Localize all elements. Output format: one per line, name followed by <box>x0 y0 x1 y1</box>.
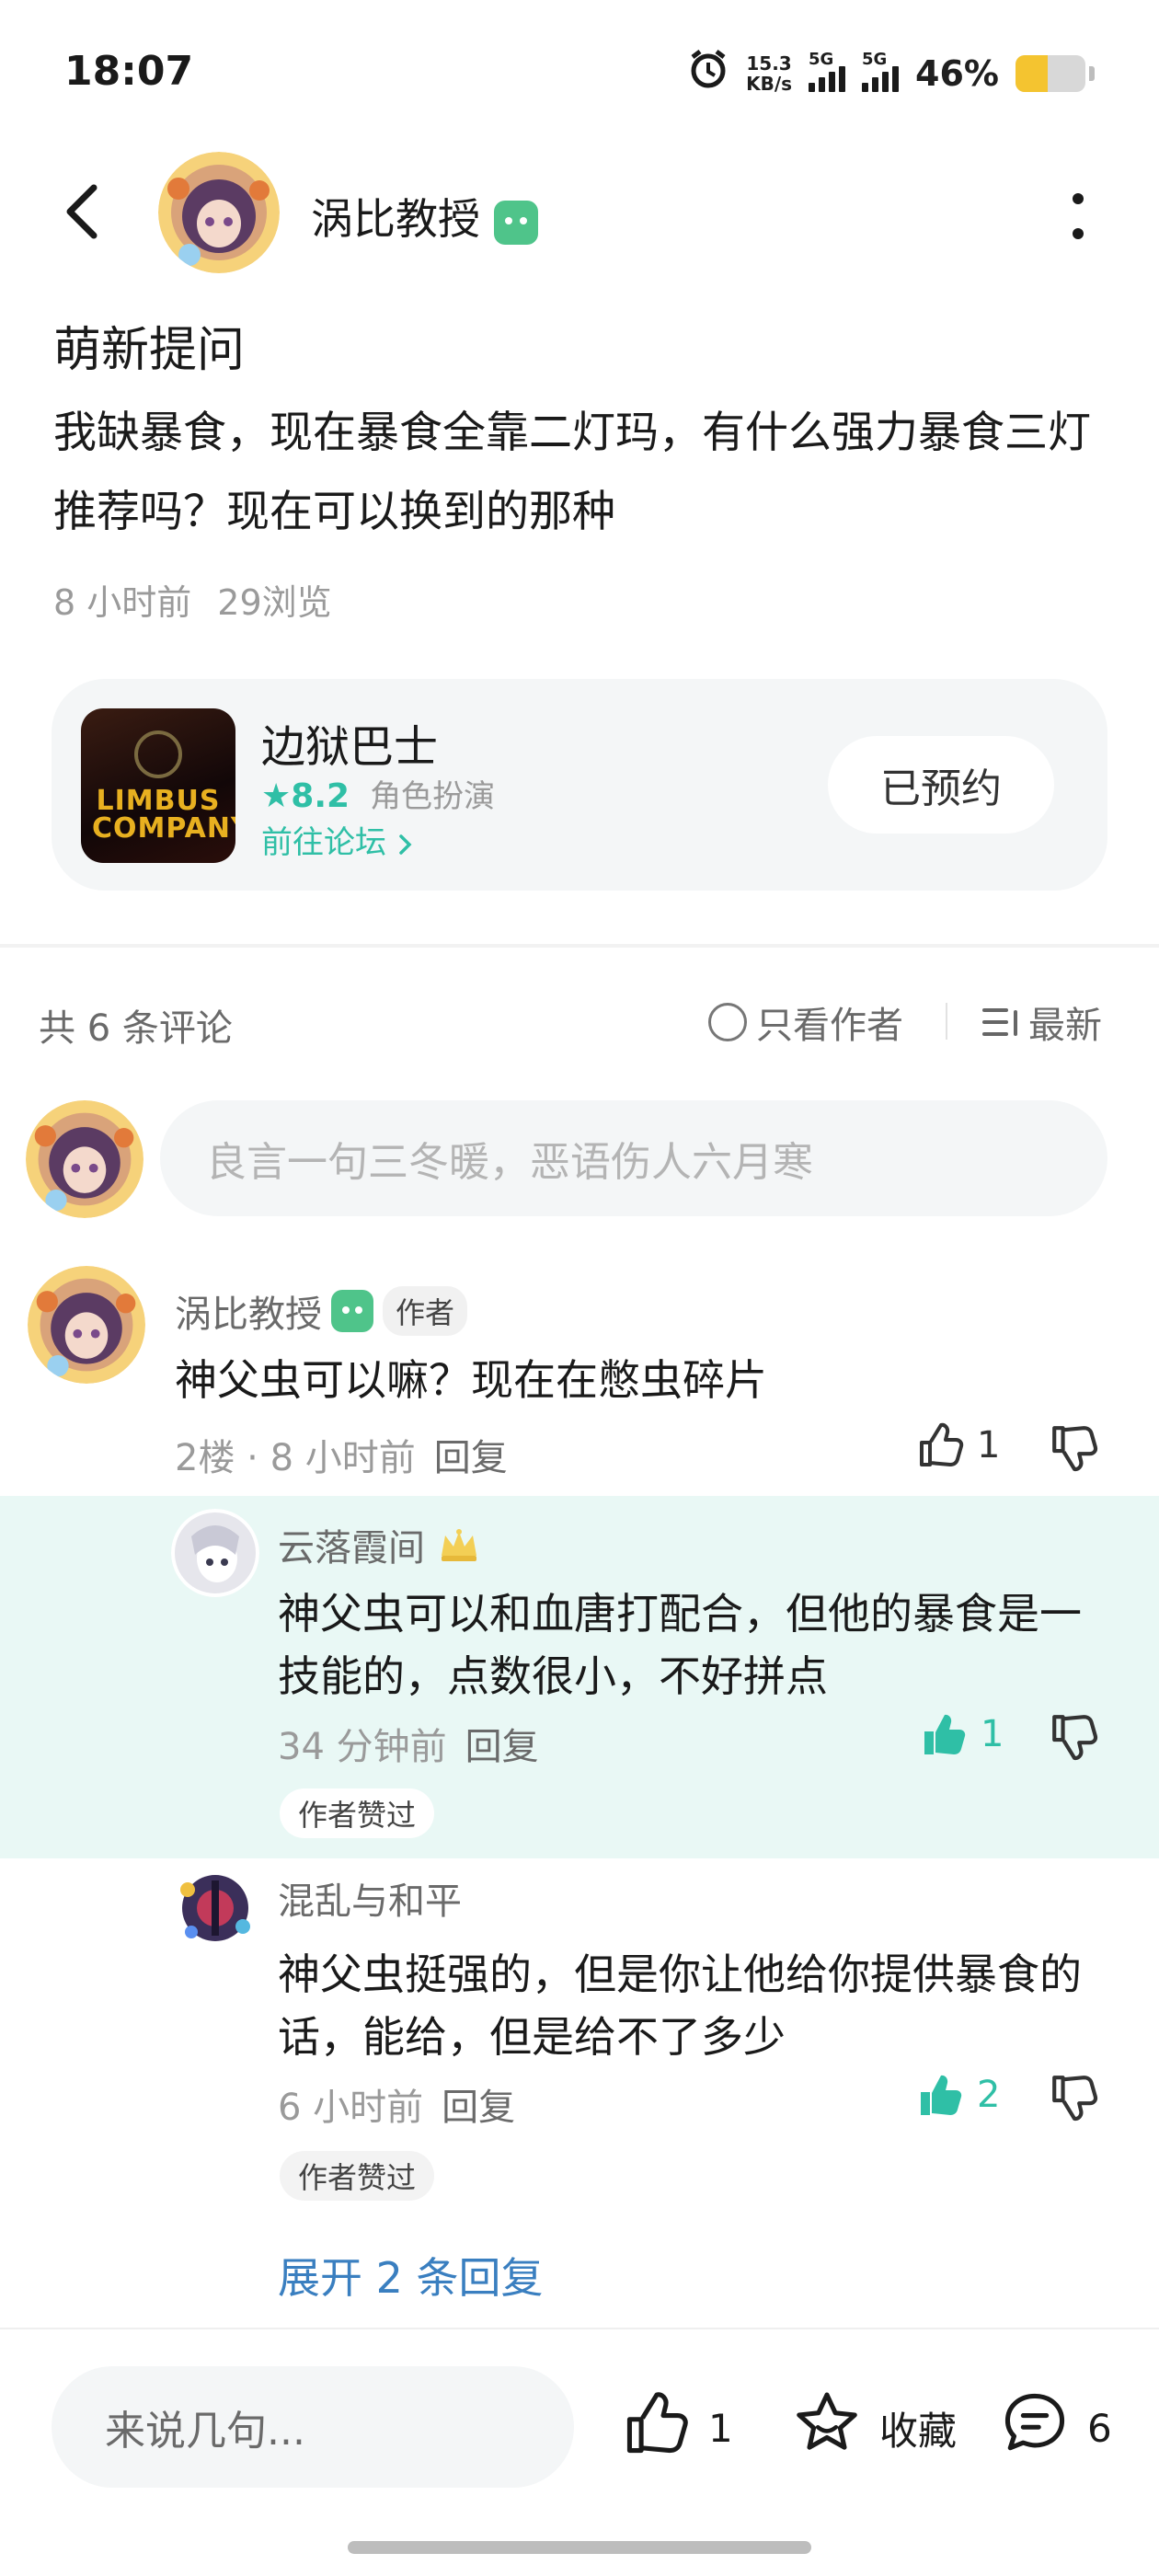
post-like-button[interactable]: 1 <box>622 2388 733 2467</box>
expand-replies-link[interactable]: 展开 2 条回复 <box>278 2245 544 2306</box>
home-indicator[interactable] <box>348 2541 811 2554</box>
game-badge-icon <box>331 1290 373 1332</box>
forum-link[interactable]: 前往论坛 <box>261 817 415 862</box>
bottom-comment-input[interactable]: 来说几句... <box>52 2366 574 2488</box>
reply-meta: 6 小时前 回复 <box>278 2087 516 2129</box>
chevron-right-icon <box>396 824 415 861</box>
back-button[interactable] <box>55 175 110 248</box>
author-tag: 作者 <box>383 1286 468 1336</box>
signal-icon: 5G <box>809 50 846 92</box>
game-badge-icon <box>493 200 538 245</box>
reply-text[interactable]: 神父虫可以和血唐打配合，但他的暴食是一技能的，点数很小，不好拼点 <box>278 1582 1106 1708</box>
divider <box>946 1003 947 1040</box>
thumbs-down-icon <box>1052 1426 1098 1472</box>
author-liked-tag: 作者赞过 <box>280 2151 435 2201</box>
thumbs-down-icon <box>1052 2076 1098 2122</box>
thumbs-up-filled-icon <box>916 2070 966 2120</box>
dislike-button[interactable] <box>1049 1422 1100 1478</box>
reserve-button[interactable]: 已预约 <box>828 736 1054 834</box>
author-liked-tag: 作者赞过 <box>280 1788 435 1838</box>
replier-avatar[interactable] <box>171 1509 259 1597</box>
author-name[interactable]: 涡比教授 <box>311 186 538 247</box>
comment-count: 共 6 条评论 <box>39 1007 233 1050</box>
radio-circle-icon <box>708 1003 747 1041</box>
battery-percent: 46% <box>915 52 999 94</box>
comment-meta: 2楼 · 8 小时前 回复 <box>175 1437 508 1479</box>
replier-name[interactable]: 云落霞间 <box>278 1518 480 1571</box>
status-time: 18:07 <box>64 48 194 95</box>
commenter-name[interactable]: 涡比教授 作者 <box>175 1284 468 1338</box>
thumbs-up-icon <box>622 2388 692 2467</box>
comment-text[interactable]: 神父虫可以嘛？现在在憋虫碎片 <box>175 1347 767 1408</box>
thumbs-up-filled-icon <box>920 1709 970 1759</box>
dislike-button[interactable] <box>1049 2072 1100 2127</box>
favorite-button[interactable]: 收藏 <box>791 2388 957 2467</box>
game-rating: ★8.2 角色扮演 <box>261 777 496 815</box>
thumbs-down-icon <box>1052 1715 1098 1761</box>
game-name[interactable]: 边狱巴士 <box>261 710 438 775</box>
like-button[interactable]: 1 <box>920 1709 1004 1759</box>
more-dots-icon <box>1073 193 1084 204</box>
comments-button[interactable]: 6 <box>999 2388 1112 2467</box>
net-speed: 15.3 KB/s <box>746 52 793 95</box>
chat-bubble-icon <box>999 2388 1071 2467</box>
divider <box>0 944 1159 948</box>
reply-button[interactable]: 回复 <box>442 2087 515 2129</box>
crown-icon <box>438 1526 480 1563</box>
chevron-left-icon <box>66 184 98 239</box>
author-avatar[interactable] <box>158 152 280 273</box>
reply-meta: 34 分钟前 回复 <box>278 1726 539 1768</box>
reply-text[interactable]: 神父虫挺强的，但是你让他给你提供暴食的话，能给，但是给不了多少 <box>278 1943 1106 2068</box>
replier-avatar[interactable] <box>171 1862 259 1950</box>
star-icon: ★ <box>261 777 292 815</box>
sort-icon <box>982 1006 1019 1038</box>
like-button[interactable]: 1 <box>916 1420 1000 1470</box>
only-author-toggle[interactable]: 只看作者 <box>708 995 903 1049</box>
game-genre: 角色扮演 <box>370 778 496 815</box>
like-button[interactable]: 2 <box>916 2070 1000 2120</box>
reply-button[interactable]: 回复 <box>465 1726 539 1768</box>
comment-input[interactable]: 良言一句三冬暖，恶语伤人六月寒 <box>160 1100 1107 1216</box>
thumbs-up-icon <box>916 1420 966 1470</box>
my-avatar <box>26 1100 143 1218</box>
post-time: 8 小时前 <box>53 582 192 623</box>
post-title: 萌新提问 <box>53 323 246 378</box>
battery-icon <box>1016 54 1085 92</box>
star-outline-icon <box>791 2388 863 2467</box>
status-icons: 15.3 KB/s 5G 5G 46% <box>687 48 1095 98</box>
post-body: 我缺暴食，现在暴食全靠二灯玛，有什么强力暴食三灯推荐吗？现在可以换到的那种 <box>53 408 1091 537</box>
more-options-button[interactable] <box>1069 193 1087 239</box>
divider <box>0 2328 1159 2329</box>
signal-icon: 5G <box>862 50 900 92</box>
post-views: 29浏览 <box>217 582 332 623</box>
commenter-avatar[interactable] <box>28 1266 145 1384</box>
game-icon[interactable]: LIMBUS COMPANY <box>81 708 235 863</box>
alarm-icon <box>687 48 729 98</box>
reply-button[interactable]: 回复 <box>434 1437 508 1479</box>
replier-name[interactable]: 混乱与和平 <box>278 1871 462 1925</box>
dislike-button[interactable] <box>1049 1711 1100 1766</box>
sort-button[interactable]: 最新 <box>982 995 1102 1049</box>
post-meta: 8 小时前 29浏览 <box>53 574 332 625</box>
